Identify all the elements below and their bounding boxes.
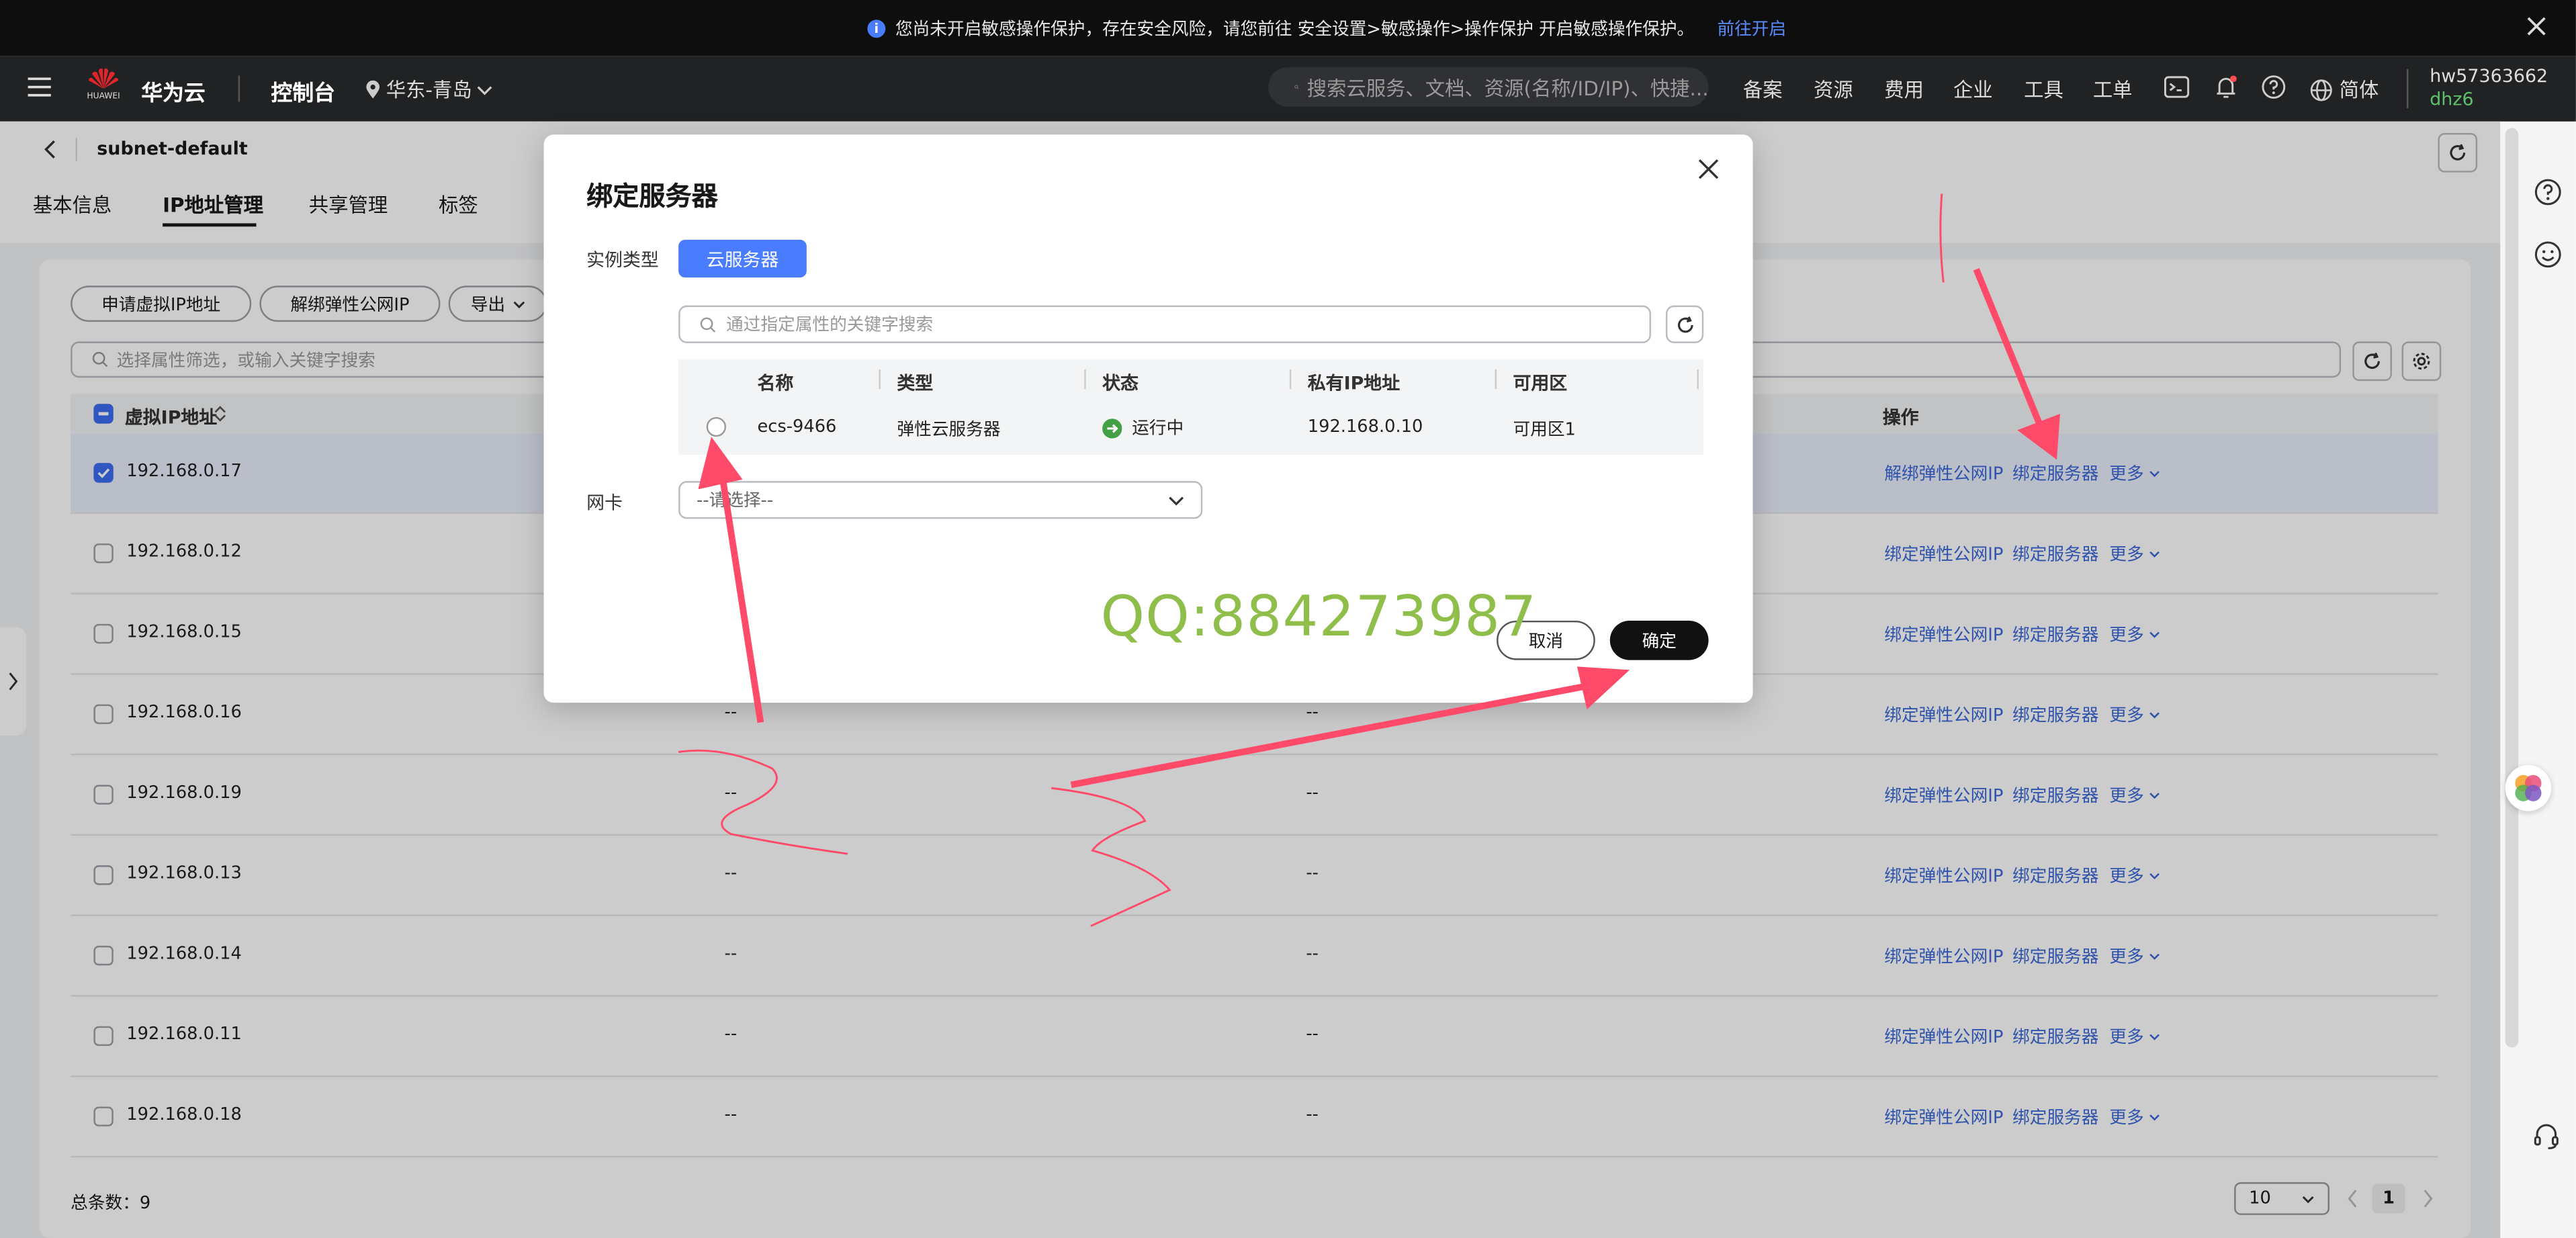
annotation-layer — [678, 193, 2060, 927]
annotation-scribble-2 — [678, 749, 848, 855]
annotation-arrow-to-bind-server — [1973, 268, 2060, 460]
annotation-stroke — [1939, 193, 1945, 283]
annotation-arrow-to-confirm — [1070, 666, 1630, 789]
annotation-scribble-3 — [1051, 787, 1171, 927]
annotation-arrow-to-radio — [698, 437, 764, 723]
screen: i 您尚未开启敏感操作保护，存在安全风险，请您前往 安全设置>敏感操作>操作保护… — [0, 0, 2576, 1238]
